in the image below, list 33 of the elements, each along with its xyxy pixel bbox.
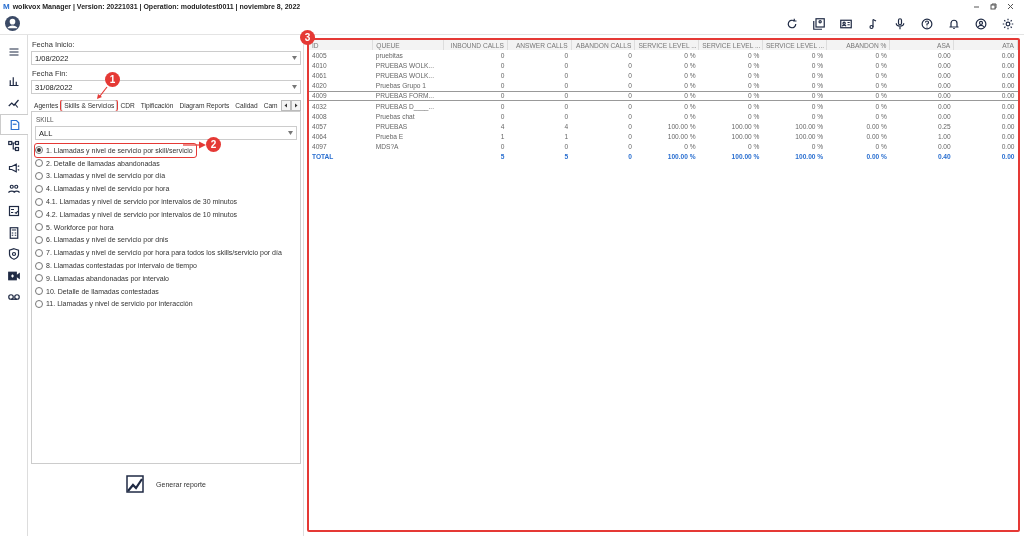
chart-icon bbox=[126, 475, 145, 493]
scroll-left-icon[interactable] bbox=[281, 100, 291, 111]
app-logo: M bbox=[3, 2, 10, 11]
annotation-badge: 1 bbox=[105, 72, 120, 87]
settings-icon[interactable] bbox=[1002, 17, 1014, 30]
bell-icon[interactable] bbox=[948, 17, 960, 30]
document-icon[interactable] bbox=[8, 118, 21, 131]
gallery-icon[interactable] bbox=[813, 17, 825, 30]
music-note-icon[interactable] bbox=[867, 17, 879, 30]
help-icon[interactable] bbox=[921, 17, 933, 30]
annotation-arrow bbox=[183, 141, 206, 149]
user-icon[interactable] bbox=[975, 17, 987, 30]
close-icon[interactable] bbox=[1007, 3, 1014, 10]
scroll-right-icon[interactable] bbox=[291, 100, 301, 111]
annotation-arrow bbox=[96, 86, 108, 100]
form-icon[interactable] bbox=[7, 204, 20, 217]
menu-icon[interactable] bbox=[7, 45, 20, 58]
restore-icon[interactable] bbox=[990, 3, 997, 10]
bars-icon[interactable] bbox=[7, 75, 20, 88]
people-icon[interactable] bbox=[7, 183, 20, 196]
trend-icon[interactable] bbox=[7, 97, 20, 109]
megaphone-icon[interactable] bbox=[7, 161, 20, 174]
hierarchy-icon[interactable] bbox=[7, 140, 20, 153]
avatar-icon[interactable] bbox=[5, 16, 20, 31]
dropdown-caret-icon[interactable] bbox=[292, 85, 297, 89]
shield-icon[interactable] bbox=[7, 248, 20, 261]
dropdown-caret-icon[interactable] bbox=[288, 131, 293, 135]
contact-card-icon[interactable] bbox=[840, 17, 852, 30]
dropdown-caret-icon[interactable] bbox=[292, 56, 297, 60]
calculator-icon[interactable] bbox=[7, 226, 20, 239]
microphone-icon[interactable] bbox=[894, 17, 906, 30]
refresh-icon[interactable] bbox=[786, 17, 798, 30]
video-icon[interactable] bbox=[7, 269, 20, 282]
